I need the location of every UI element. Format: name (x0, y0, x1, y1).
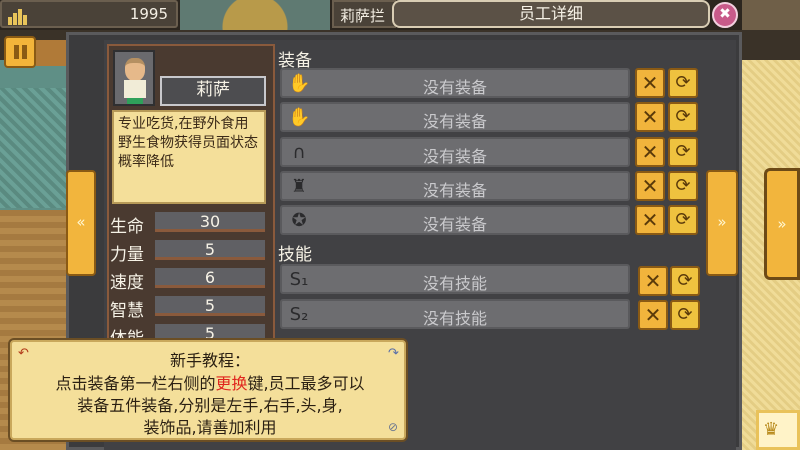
equipment-slot-left-hand[interactable]: ✋ 没有装备 (280, 68, 630, 98)
tutorial-line-2: 装备五件装备,分别是左手,右手,头,身, (77, 396, 343, 415)
equipment-slot-body[interactable]: ♜ 没有装备 (280, 171, 630, 201)
unequip-button[interactable]: ✕ (635, 102, 665, 132)
tutorial-title: 新手教程： (169, 351, 250, 370)
side-menu-button[interactable]: » (764, 168, 800, 280)
change-equipment-button[interactable]: ⟳ (668, 68, 698, 98)
change-skill-button[interactable]: ⟳ (670, 266, 700, 296)
skill-slot-label: 没有技能 (422, 274, 487, 293)
tutorial-highlight: 更换 (215, 374, 248, 393)
equipment-slot-label: 没有装备 (422, 112, 487, 131)
equipment-slot-head[interactable]: ∩ 没有装备 (280, 137, 630, 167)
unequip-button[interactable]: ✕ (635, 68, 665, 98)
sky-scene (180, 0, 330, 30)
skill-slot-1[interactable]: S₁ 没有技能 (280, 264, 630, 294)
change-equipment-button[interactable]: ⟳ (668, 171, 698, 201)
money-amount: 1995 (129, 5, 168, 23)
window-title: 员工详细 (392, 0, 710, 28)
unequip-button[interactable]: ✕ (635, 137, 665, 167)
previous-employee-button[interactable]: « (66, 170, 96, 276)
background-tiles (0, 88, 70, 208)
equipment-slot-label: 没有装备 (422, 181, 487, 200)
equipment-slot-right-hand[interactable]: ✋ 没有装备 (280, 102, 630, 132)
change-skill-button[interactable]: ⟳ (670, 300, 700, 330)
equipment-slot-label: 没有装备 (422, 215, 487, 234)
change-equipment-button[interactable]: ⟳ (668, 137, 698, 167)
skills-header: 技能 (278, 245, 312, 265)
character-name-tab: 莉萨拦 (332, 0, 396, 28)
remove-skill-button[interactable]: ✕ (638, 266, 668, 296)
pause-bar-backing (36, 40, 70, 66)
stat-value-wisdom: 5 (155, 296, 265, 316)
stat-label-speed: 速度 (110, 273, 144, 293)
crown-icon: ♛ (763, 419, 780, 440)
skill-slot-2[interactable]: S₂ 没有技能 (280, 299, 630, 329)
stat-value-hp: 30 (155, 212, 265, 232)
tutorial-line-3: 装饰品,请善加利用 (143, 418, 277, 437)
money-display: 1995 (0, 0, 178, 28)
close-button[interactable]: ✖ (712, 2, 738, 28)
next-employee-button[interactable]: » (706, 170, 738, 276)
stat-label-wisdom: 智慧 (110, 301, 144, 321)
tutorial-skip-icon[interactable]: ⊘ (388, 420, 402, 434)
equipment-slot-label: 没有装备 (422, 78, 487, 97)
stat-label-hp: 生命 (110, 217, 144, 237)
top-right-decoration (742, 0, 800, 30)
stat-value-strength: 5 (155, 240, 265, 260)
skill-slot-label: 没有技能 (422, 309, 487, 328)
equipment-slot-accessory[interactable]: ✪ 没有装备 (280, 205, 630, 235)
equipment-slot-label: 没有装备 (422, 147, 487, 166)
character-name[interactable]: 莉萨 (160, 76, 266, 106)
tutorial-line-1: 点击装备第一栏右侧的更换键,员工最多可以 (12, 370, 408, 394)
unequip-button[interactable]: ✕ (635, 205, 665, 235)
pause-icon (14, 45, 19, 59)
tutorial-text: 键,员工最多可以 (247, 374, 365, 393)
unequip-button[interactable]: ✕ (635, 171, 665, 201)
character-portrait (113, 50, 155, 106)
stat-value-speed: 6 (155, 268, 265, 288)
remove-skill-button[interactable]: ✕ (638, 300, 668, 330)
tutorial-text: 点击装备第一栏右侧的 (55, 374, 216, 393)
change-equipment-button[interactable]: ⟳ (668, 205, 698, 235)
character-description: 专业吃货,在野外食用野生食物获得员面状态概率降低 (112, 110, 266, 204)
change-equipment-button[interactable]: ⟳ (668, 102, 698, 132)
money-stack-icon (8, 7, 28, 25)
crown-button[interactable]: ♛ (756, 410, 800, 450)
stat-label-strength: 力量 (110, 245, 144, 265)
pause-button[interactable] (4, 36, 36, 68)
tutorial-box: ↶ ↷ 新手教程： 点击装备第一栏右侧的更换键,员工最多可以 装备五件装备,分别… (10, 340, 406, 440)
